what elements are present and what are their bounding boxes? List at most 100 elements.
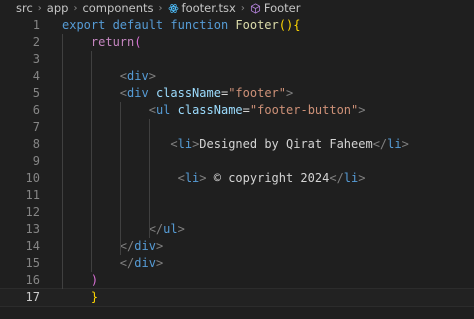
code-token: div: [134, 256, 156, 270]
code-text: }: [62, 289, 98, 306]
breadcrumb-item-app[interactable]: app: [47, 1, 69, 15]
code-line[interactable]: 2 return(: [0, 34, 474, 51]
code-token: li: [343, 171, 359, 185]
code-line[interactable]: 11: [0, 187, 474, 204]
code-token: >: [155, 239, 164, 253]
code-text: </ul>: [62, 221, 185, 238]
code-line[interactable]: 6 <ul className="footer-button">: [0, 102, 474, 119]
code-line[interactable]: 13 </ul>: [0, 221, 474, 238]
code-token: <: [170, 137, 178, 151]
code-text: return(: [62, 34, 142, 51]
line-number: 3: [32, 52, 40, 66]
line-number: 16: [25, 273, 40, 287]
code-line[interactable]: 4 <div>: [0, 68, 474, 85]
code-token: >: [155, 256, 164, 270]
line-number: 15: [25, 256, 40, 270]
breadcrumb: src › app › components › footer.tsx › Fo…: [0, 0, 474, 16]
code-text: <li> © copyright 2024</li>: [62, 170, 366, 187]
line-number: 2: [32, 35, 40, 49]
indent-guide: [120, 102, 121, 255]
code-line[interactable]: 7: [0, 119, 474, 136]
code-line[interactable]: 5 <div className="footer">: [0, 85, 474, 102]
code-token: </: [329, 171, 344, 185]
code-token: (): [278, 18, 294, 32]
indent-guide: [149, 119, 150, 238]
line-number: 5: [32, 86, 40, 100]
chevron-right-icon: ›: [73, 2, 78, 14]
code-token: <: [119, 86, 128, 100]
code-token: >: [401, 137, 409, 151]
code-token: {: [293, 18, 301, 32]
code-text: <div className="footer">: [62, 85, 293, 102]
code-token: =: [242, 103, 250, 117]
line-number: 13: [25, 222, 40, 236]
code-token: >: [199, 171, 207, 185]
code-token: </: [119, 256, 135, 270]
code-text: <li>Designed by Qirat Faheem</li>: [62, 136, 409, 153]
line-number: 4: [32, 69, 40, 83]
code-token: li: [184, 171, 200, 185]
line-number: 17: [25, 290, 40, 304]
code-token: className: [155, 86, 221, 100]
line-number: 9: [32, 154, 40, 168]
code-text: </div>: [62, 238, 163, 255]
code-token: <: [177, 171, 185, 185]
code-token: "footer-button": [249, 103, 359, 117]
code-token: <: [119, 69, 128, 83]
code-text: <div>: [62, 68, 156, 85]
code-line[interactable]: 14 </div>: [0, 238, 474, 255]
indent-guide: [62, 34, 63, 289]
code-token: }: [90, 290, 99, 304]
line-number: 7: [32, 120, 40, 134]
line-number: 1: [32, 18, 40, 32]
chevron-right-icon: ›: [37, 2, 42, 14]
symbol-cube-icon: [250, 3, 260, 13]
breadcrumb-item-src[interactable]: src: [16, 1, 33, 15]
line-number: 10: [25, 171, 40, 185]
code-token: className: [177, 103, 243, 117]
code-line[interactable]: 17 }: [0, 288, 474, 307]
code-token: "footer": [228, 86, 286, 100]
code-token: </: [372, 137, 388, 151]
code-line[interactable]: 10 <li> © copyright 2024</li>: [0, 170, 474, 187]
code-line[interactable]: 3: [0, 51, 474, 68]
code-token: (: [134, 35, 142, 49]
code-line[interactable]: 8 <li>Designed by Qirat Faheem</li>: [0, 136, 474, 153]
code-token: >: [177, 222, 185, 236]
breadcrumb-item-file[interactable]: footer.tsx: [182, 1, 236, 15]
code-text: </div>: [62, 255, 163, 272]
code-token: ul: [163, 222, 178, 236]
code-token: © copyright 2024: [206, 171, 330, 185]
code-line[interactable]: 1 export default function Footer(){: [0, 17, 474, 34]
code-line[interactable]: 9: [0, 153, 474, 170]
code-token: div: [134, 239, 156, 253]
code-token: return: [90, 35, 135, 49]
react-icon: [168, 3, 178, 13]
breadcrumb-item-components[interactable]: components: [82, 1, 153, 15]
code-token: >: [148, 69, 156, 83]
line-number: 6: [32, 103, 40, 117]
code-token: li: [177, 137, 193, 151]
code-token: function: [170, 18, 236, 32]
code-editor[interactable]: 17 } 16 ) 15 </div> 14 </div> 13 </ul> 12 11 10…: [0, 17, 474, 319]
code-token: </: [148, 222, 164, 236]
code-token: >: [358, 171, 366, 185]
code-token: li: [387, 137, 402, 151]
code-token: >: [358, 103, 366, 117]
code-line[interactable]: 16 ): [0, 272, 474, 289]
code-token: </: [119, 239, 135, 253]
chevron-right-icon: ›: [240, 2, 245, 14]
breadcrumb-item-symbol[interactable]: Footer: [264, 1, 301, 15]
code-token: >: [286, 86, 294, 100]
code-token: div: [127, 86, 156, 100]
code-line[interactable]: 12: [0, 204, 474, 221]
code-token: export: [62, 18, 113, 32]
line-number: 14: [25, 239, 40, 253]
code-line[interactable]: 15 </div>: [0, 255, 474, 272]
